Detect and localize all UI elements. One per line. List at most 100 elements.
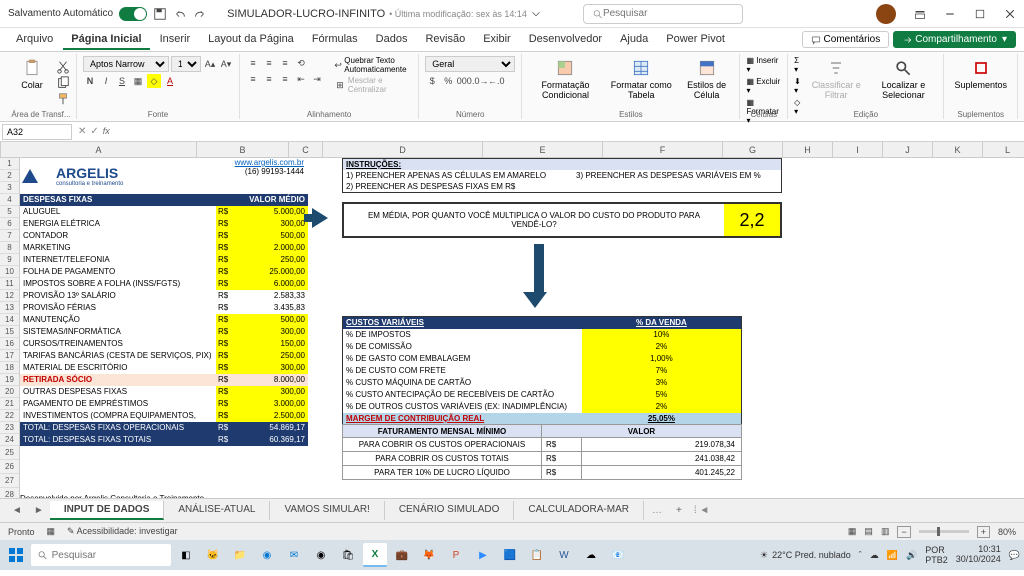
tab-nav-next[interactable]: ► <box>28 505 50 516</box>
macro-icon[interactable]: ▦ <box>47 526 56 537</box>
indent-dec-icon[interactable]: ⇤ <box>294 72 308 86</box>
formula-input[interactable] <box>116 124 1024 140</box>
ribbon-mode-icon[interactable] <box>914 8 926 20</box>
table-row[interactable]: CONTADORR$500,00 <box>20 230 308 242</box>
sheet-tab[interactable]: INPUT DE DADOS <box>50 501 165 520</box>
italic-button[interactable]: I <box>99 74 113 88</box>
table-row[interactable]: INTERNET/TELEFONIAR$250,00 <box>20 254 308 266</box>
autosave-toggle[interactable] <box>119 7 147 21</box>
store-icon[interactable]: 🛍 <box>336 543 360 567</box>
row-header[interactable]: 4 <box>0 194 19 206</box>
align-right-icon[interactable]: ≡ <box>278 72 292 86</box>
row-header[interactable]: 6 <box>0 218 19 230</box>
row-header[interactable]: 19 <box>0 374 19 386</box>
table-row[interactable]: MARKETINGR$2.000,00 <box>20 242 308 254</box>
ribbon-tab-fórmulas[interactable]: Fórmulas <box>304 30 366 50</box>
font-size-select[interactable]: 11 <box>171 56 201 72</box>
zoom-in-icon[interactable]: + <box>977 526 990 538</box>
row-header[interactable]: 18 <box>0 362 19 374</box>
table-row[interactable]: SISTEMAS/INFORMÁTICAR$300,00 <box>20 326 308 338</box>
row-header[interactable]: 15 <box>0 326 19 338</box>
number-format-select[interactable]: Geral <box>425 56 515 72</box>
enter-fx-icon[interactable]: ✓ <box>90 126 98 137</box>
row-header[interactable]: 28 <box>0 488 19 498</box>
orientation-icon[interactable]: ⟲ <box>294 56 308 70</box>
app-icon[interactable]: 💼 <box>390 543 414 567</box>
sort-filter-button[interactable]: Classificar e Filtrar <box>807 56 865 102</box>
view-layout-icon[interactable]: ▤ <box>864 526 873 537</box>
table-row[interactable]: TARIFAS BANCÁRIAS (CESTA DE SERVIÇOS, PI… <box>20 350 308 362</box>
format-table-button[interactable]: Formatar como Tabela <box>607 56 676 102</box>
excel-icon[interactable]: X <box>363 543 387 567</box>
row-header[interactable]: 11 <box>0 278 19 290</box>
task-view-icon[interactable]: ◧ <box>174 543 198 567</box>
fill-color-button[interactable]: ◇ <box>147 74 161 88</box>
addins-button[interactable]: Suplementos <box>950 56 1011 92</box>
row-header[interactable]: 16 <box>0 338 19 350</box>
word-icon[interactable]: W <box>552 543 576 567</box>
ribbon-tab-inserir[interactable]: Inserir <box>152 30 199 50</box>
col-header[interactable]: E <box>483 142 603 157</box>
table-row[interactable]: % DE COMISSÃO2% <box>343 341 741 353</box>
taskbar-search[interactable] <box>31 544 171 566</box>
percent-icon[interactable]: % <box>441 74 455 88</box>
ribbon-tab-dados[interactable]: Dados <box>368 30 416 50</box>
col-header[interactable]: C <box>289 142 323 157</box>
table-row[interactable]: RETIRADA SÓCIOR$8.000,00 <box>20 374 308 386</box>
col-header[interactable]: I <box>833 142 883 157</box>
firefox-icon[interactable]: 🦊 <box>417 543 441 567</box>
worksheet[interactable]: ABCDEFGHIJKLM 12345678910111213141516171… <box>0 142 1024 498</box>
cut-icon[interactable] <box>56 60 70 74</box>
ribbon-tab-layout-da-página[interactable]: Layout da Página <box>200 30 302 50</box>
row-header[interactable]: 8 <box>0 242 19 254</box>
chevron-down-icon[interactable] <box>529 7 543 21</box>
row-header[interactable]: 24 <box>0 434 19 446</box>
comma-icon[interactable]: 000 <box>457 74 471 88</box>
notifications-icon[interactable]: 💬 <box>1009 550 1020 561</box>
user-avatar[interactable] <box>876 4 896 24</box>
multiplier-value[interactable]: 2,2 <box>724 204 780 236</box>
table-row[interactable]: % CUSTO ANTECIPAÇÃO DE RECEBÍVEIS DE CAR… <box>343 389 741 401</box>
edge-icon[interactable]: ◉ <box>255 543 279 567</box>
app-icon[interactable]: 📧 <box>606 543 630 567</box>
wifi-icon[interactable]: 📶 <box>887 550 898 561</box>
table-row[interactable]: PAGAMENTO DE EMPRÉSTIMOSR$3.000,00 <box>20 398 308 410</box>
chrome-icon[interactable]: ◉ <box>309 543 333 567</box>
table-row[interactable]: PROVISÃO 13º SALÁRIOR$2.583,33 <box>20 290 308 302</box>
table-row[interactable]: % DE GASTO COM EMBALAGEM1,00% <box>343 353 741 365</box>
merge-button[interactable]: ⊞Mesclar e Centralizar <box>334 76 412 94</box>
border-button[interactable]: ▦ <box>131 74 145 88</box>
row-header[interactable]: 5 <box>0 206 19 218</box>
table-row[interactable]: % DE CUSTO COM FRETE7% <box>343 365 741 377</box>
table-row[interactable]: % DE IMPOSTOS10% <box>343 329 741 341</box>
app-icon[interactable]: 📁 <box>228 543 252 567</box>
language-indicator[interactable]: PORPTB2 <box>925 545 948 565</box>
weather-widget[interactable]: ☀ 22°C Pred. nublado <box>760 550 851 561</box>
app-icon[interactable]: ☁ <box>579 543 603 567</box>
onedrive-icon[interactable]: ☁ <box>870 550 879 561</box>
decrease-font-icon[interactable]: A▾ <box>219 57 233 71</box>
tray-chevron-icon[interactable]: ˆ <box>859 550 862 560</box>
format-painter-icon[interactable] <box>56 92 70 106</box>
row-header[interactable]: 26 <box>0 460 19 474</box>
increase-font-icon[interactable]: A▴ <box>203 57 217 71</box>
ribbon-tab-desenvolvedor[interactable]: Desenvolvedor <box>521 30 610 50</box>
row-header[interactable]: 25 <box>0 446 19 460</box>
fill-button[interactable]: ⬇ ▾ <box>794 77 803 95</box>
sheet-tab[interactable]: VAMOS SIMULAR! <box>270 501 384 520</box>
row-header[interactable]: 22 <box>0 410 19 422</box>
minimize-icon[interactable] <box>944 8 956 20</box>
sheet-tab[interactable]: CENÁRIO SIMULADO <box>385 501 515 520</box>
col-header[interactable]: K <box>933 142 983 157</box>
table-row[interactable]: OUTRAS DESPESAS FIXASR$300,00 <box>20 386 308 398</box>
table-row[interactable]: % CUSTO MÁQUINA DE CARTÃO3% <box>343 377 741 389</box>
table-row[interactable]: % DE OUTROS CUSTOS VARIÁVEIS (EX: INADIM… <box>343 401 741 413</box>
zoom-icon[interactable]: ▶ <box>471 543 495 567</box>
sheet-tab[interactable]: ANÁLISE-ATUAL <box>164 501 270 520</box>
undo-icon[interactable] <box>173 7 187 21</box>
start-button[interactable] <box>4 543 28 567</box>
bold-button[interactable]: N <box>83 74 97 88</box>
table-row[interactable]: MATERIAL DE ESCRITÓRIOR$300,00 <box>20 362 308 374</box>
currency-icon[interactable]: $ <box>425 74 439 88</box>
col-header[interactable]: D <box>323 142 483 157</box>
